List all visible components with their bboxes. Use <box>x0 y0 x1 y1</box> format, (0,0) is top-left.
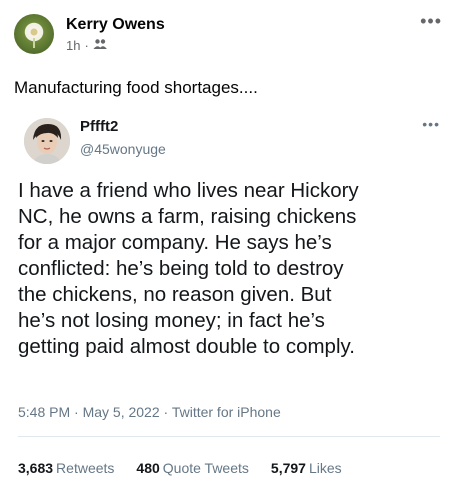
retweets-label: Retweets <box>56 460 115 476</box>
tweet-line: I have a friend who lives near Hickory <box>18 179 359 202</box>
divider <box>18 436 440 437</box>
post-header: Kerry Owens 1h · ••• <box>14 12 446 62</box>
post-meta: 1h · <box>66 38 107 53</box>
retweets-stat[interactable]: 3,683 Retweets <box>18 460 114 476</box>
tweet-line: conflicted: he’s being told to destroy <box>18 257 344 280</box>
tweet-stats: 3,683 Retweets 480 Quote Tweets 5,797 Likes <box>18 460 342 476</box>
quote-tweets-label: Quote Tweets <box>162 460 249 476</box>
more-horizontal-icon[interactable]: ••• <box>420 12 442 30</box>
tweet-more-icon[interactable]: ••• <box>422 116 440 132</box>
likes-label: Likes <box>308 460 342 476</box>
tweet-line: the chickens, no reason given. But <box>18 283 332 306</box>
likes-stat[interactable]: 5,797 Likes <box>271 460 342 476</box>
tweet-body: I have a friend who lives near Hickory N… <box>18 178 438 360</box>
tweet-timestamp[interactable]: 5:48 PM · May 5, 2022 · Twitter for iPho… <box>18 404 281 420</box>
tweet-line: NC, he owns a farm, raising chickens <box>18 205 357 228</box>
tweet-line: he’s not losing money; in fact he’s <box>18 309 325 332</box>
retweets-count: 3,683 <box>18 460 54 476</box>
likes-count: 5,797 <box>270 460 306 476</box>
tweet-line: getting paid almost double to comply. <box>18 335 355 358</box>
author-name[interactable]: Kerry Owens <box>66 16 165 34</box>
friends-icon[interactable] <box>93 38 107 53</box>
post-caption: Manufacturing food shortages.... <box>14 78 258 97</box>
avatar[interactable] <box>14 14 54 54</box>
tweet-avatar[interactable] <box>24 118 70 164</box>
tweet-display-name[interactable]: Pffft2 <box>80 118 118 135</box>
quote-tweets-stat[interactable]: 480 Quote Tweets <box>136 460 249 476</box>
quote-tweets-count: 480 <box>136 460 160 476</box>
tweet-handle[interactable]: @45wonyuge <box>80 141 166 157</box>
tweet-line: for a major company. He says he’s <box>18 231 332 254</box>
meta-separator: · <box>84 38 89 53</box>
post-time[interactable]: 1h <box>66 38 80 53</box>
